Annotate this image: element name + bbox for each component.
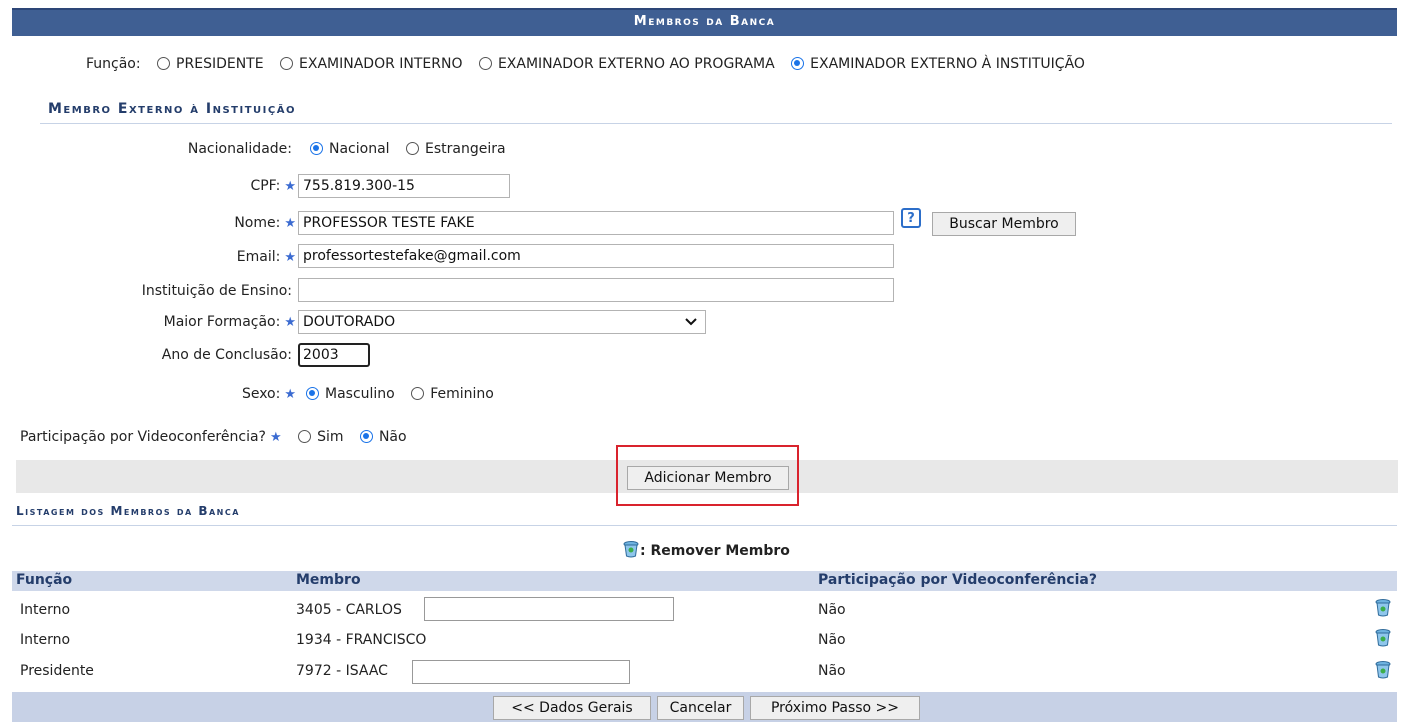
video-sim-radio[interactable]	[298, 430, 312, 443]
funcao-presidente-radio[interactable]	[157, 57, 171, 70]
maior-formacao-label-text: Maior Formação:	[163, 314, 281, 330]
email-input[interactable]: professortestefake@gmail.com	[298, 244, 894, 268]
estrangeira-label: Estrangeira	[425, 141, 506, 157]
sexo-label: Sexo: ★	[100, 386, 296, 402]
nacionalidade-options: Nacional Estrangeira	[298, 141, 506, 157]
listagem-section-title: Listagem dos Membros da Banca	[16, 504, 240, 518]
row-funcao: Presidente	[20, 663, 94, 679]
required-star-icon: ★	[284, 315, 296, 330]
funcao-presidente-label: PRESIDENTE	[176, 56, 264, 72]
instituicao-label: Instituição de Ensino:	[141, 283, 292, 299]
funcao-row: Função: PRESIDENTE EXAMINADOR INTERNO EX…	[86, 56, 1085, 72]
section-divider	[40, 123, 1392, 124]
funcao-externo-instituicao-radio[interactable]	[791, 57, 805, 70]
required-star-icon: ★	[284, 216, 296, 231]
video-nao-label: Não	[378, 429, 407, 445]
row-video: Não	[818, 663, 846, 679]
help-icon[interactable]: ?	[901, 208, 921, 228]
funcao-externo-programa-radio[interactable]	[478, 57, 492, 70]
ano-conclusao-label: Ano de Conclusão:	[161, 347, 292, 363]
email-label: Email: ★	[100, 249, 296, 265]
nacional-label: Nacional	[329, 141, 390, 157]
feminino-label: Feminino	[430, 386, 494, 402]
trash-icon	[623, 541, 639, 558]
required-star-icon: ★	[284, 250, 296, 265]
nome-label: Nome: ★	[100, 215, 296, 231]
proximo-passo-button[interactable]: Próximo Passo >>	[750, 696, 920, 720]
membro-externo-section-title: Membro Externo à Instituição	[48, 101, 296, 117]
row-video: Não	[818, 602, 846, 618]
funcao-label: Função:	[86, 56, 141, 72]
row-funcao: Interno	[20, 632, 71, 648]
required-star-icon: ★	[284, 179, 296, 194]
dados-gerais-button[interactable]: << Dados Gerais	[493, 696, 651, 720]
row-membro: 7972 - ISAAC	[296, 663, 388, 679]
instituicao-input[interactable]	[298, 278, 894, 302]
video-sim-label: Sim	[317, 429, 344, 445]
nome-label-text: Nome:	[234, 215, 281, 231]
email-label-text: Email:	[236, 249, 281, 265]
trash-icon[interactable]	[1374, 628, 1392, 648]
page-title: Membros da Banca	[12, 8, 1397, 36]
listing-divider	[12, 525, 1397, 526]
maior-formacao-select[interactable]: DOUTORADO	[298, 310, 706, 334]
col-membro-header: Membro	[296, 572, 361, 588]
funcao-interno-label: EXAMINADOR INTERNO	[299, 56, 463, 72]
maior-formacao-value: DOUTORADO	[303, 314, 396, 330]
cpf-label: CPF: ★	[100, 178, 296, 194]
maior-formacao-label: Maior Formação: ★	[60, 314, 296, 330]
masculino-label: Masculino	[325, 386, 395, 402]
cpf-label-text: CPF:	[250, 178, 281, 194]
masculino-radio[interactable]	[306, 387, 319, 400]
trash-icon[interactable]	[1374, 598, 1392, 618]
row-funcao: Interno	[20, 602, 71, 618]
row-membro: 1934 - FRANCISCO	[296, 632, 427, 648]
remove-legend: : Remover Membro	[622, 540, 790, 559]
chevron-down-icon	[685, 318, 697, 326]
row-video: Não	[818, 632, 846, 648]
sexo-options: Masculino Feminino	[294, 386, 494, 402]
nacional-radio[interactable]	[310, 142, 323, 155]
row-membro-extra-input[interactable]	[412, 660, 630, 684]
estrangeira-radio[interactable]	[406, 142, 419, 155]
row-membro: 3405 - CARLOS	[296, 602, 402, 618]
funcao-externo-programa-label: EXAMINADOR EXTERNO AO PROGRAMA	[497, 56, 775, 72]
remove-legend-text: : Remover Membro	[640, 543, 790, 559]
feminino-radio[interactable]	[411, 387, 425, 400]
cancelar-button[interactable]: Cancelar	[657, 696, 744, 720]
funcao-interno-radio[interactable]	[280, 57, 294, 70]
col-funcao-header: Função	[16, 572, 73, 588]
required-star-icon: ★	[269, 430, 282, 445]
row-membro-extra-input[interactable]	[424, 597, 674, 621]
ano-conclusao-input[interactable]: 2003	[298, 343, 370, 367]
members-table-header	[12, 571, 1397, 591]
nome-input[interactable]: PROFESSOR TESTE FAKE	[298, 211, 894, 235]
nacionalidade-label: Nacionalidade:	[187, 141, 292, 157]
buscar-membro-button[interactable]: Buscar Membro	[932, 212, 1076, 236]
sexo-label-text: Sexo:	[241, 386, 281, 402]
videoconferencia-label: Participação por Videoconferência?	[20, 429, 266, 445]
trash-icon[interactable]	[1374, 660, 1392, 680]
video-nao-radio[interactable]	[359, 430, 373, 443]
highlight-box	[616, 445, 799, 506]
funcao-externo-instituicao-label: EXAMINADOR EXTERNO À INSTITUIÇÃO	[810, 56, 1085, 72]
cpf-input[interactable]: 755.819.300-15	[298, 174, 510, 198]
videoconferencia-row: Participação por Videoconferência? ★ Sim …	[20, 429, 407, 445]
col-video-header: Participação por Videoconferência?	[818, 572, 1097, 588]
